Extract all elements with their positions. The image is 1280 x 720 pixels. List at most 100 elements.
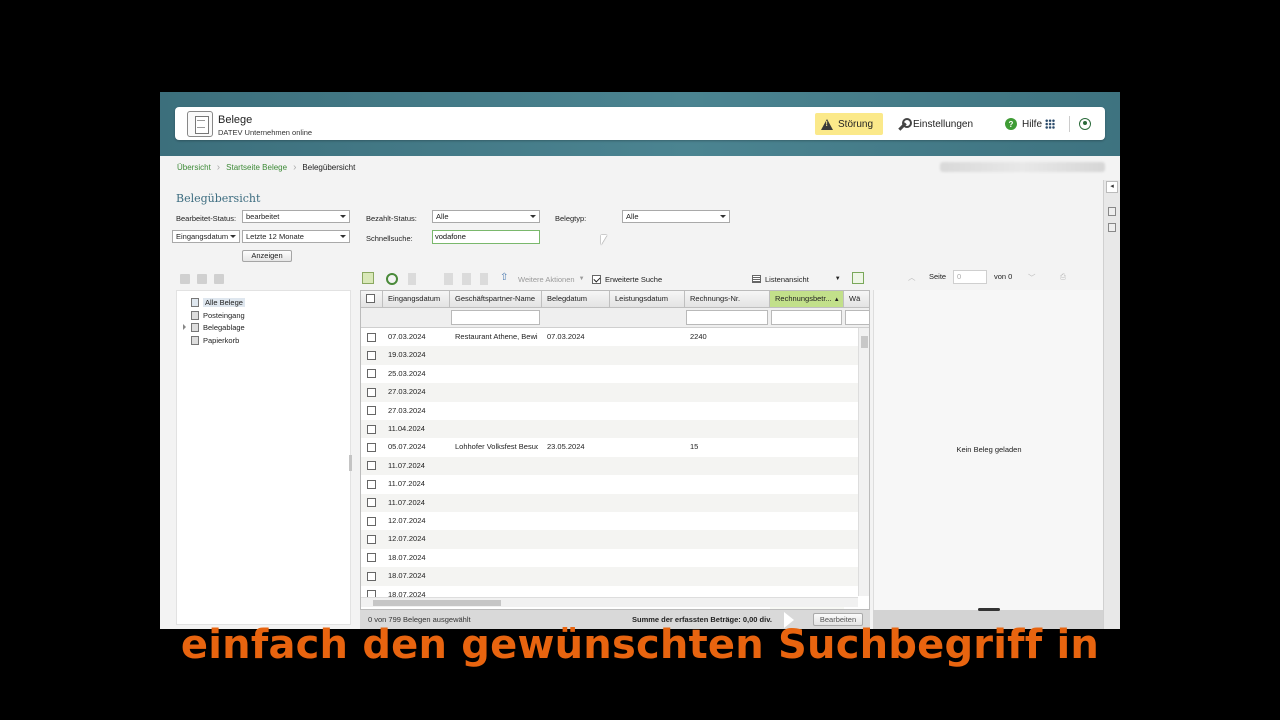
table-row[interactable]: 07.03.2024 Restaurant Athene, Bewi 07.03.2… <box>361 328 858 347</box>
checkbox-icon[interactable] <box>592 274 601 284</box>
row-checkbox[interactable] <box>367 498 376 508</box>
table-row[interactable]: 12.07.2024 <box>361 512 858 531</box>
new-folder-icon[interactable] <box>180 274 190 284</box>
ansicht-label: Listenansicht <box>765 274 809 284</box>
row-checkbox[interactable] <box>367 369 376 379</box>
col-rechnungsbetrag[interactable]: Rechnungsbetr... ▲ <box>770 291 844 308</box>
rename-folder-icon[interactable] <box>197 274 207 284</box>
apps-grid-icon[interactable] <box>1045 119 1055 129</box>
table-row[interactable]: 05.07.2024 Lohhofer Volksfest Besuc 23.05.… <box>361 438 858 457</box>
split-icon[interactable] <box>444 273 453 285</box>
table-row[interactable]: 18.07.2024 <box>361 567 858 586</box>
col-rechnungsbetrag-label: Rechnungsbetr... <box>775 294 832 303</box>
col-eingangsdatum[interactable]: Eingangsdatum <box>383 291 450 308</box>
table-row[interactable]: 25.03.2024 <box>361 364 858 384</box>
horizontal-scrollbar[interactable] <box>361 597 858 607</box>
row-checkbox[interactable] <box>367 479 376 489</box>
col-geschaeftspartner[interactable]: Geschäftspartner-Name <box>450 291 542 308</box>
vertical-scrollbar[interactable] <box>858 328 869 596</box>
filter-nr-input[interactable] <box>686 310 768 325</box>
select-all-header[interactable] <box>361 291 383 308</box>
belegtyp-select[interactable]: Alle <box>622 210 730 223</box>
col-leistungsdatum[interactable]: Leistungsdatum <box>610 291 685 308</box>
delete-icon[interactable] <box>480 273 488 285</box>
attach-icon[interactable] <box>408 273 416 285</box>
row-checkbox[interactable] <box>367 534 376 544</box>
row-checkbox[interactable] <box>367 442 376 452</box>
datum-range-select[interactable]: Letzte 12 Monate <box>242 230 350 243</box>
attachment-icon[interactable] <box>1108 223 1116 232</box>
row-checkbox[interactable] <box>367 424 376 434</box>
row-checkbox[interactable] <box>367 571 376 581</box>
upload-icon[interactable]: ⇧ <box>500 273 512 285</box>
tree-item-posteingang[interactable]: Posteingang <box>191 310 245 321</box>
refresh-icon[interactable] <box>386 273 398 285</box>
breadcrumb-startseite-belege[interactable]: Startseite Belege <box>226 163 287 172</box>
scroll-thumb[interactable] <box>861 336 868 348</box>
table-row[interactable]: 27.03.2024 <box>361 383 858 402</box>
table-row[interactable]: 27.03.2024 <box>361 401 858 420</box>
filter-partner-input[interactable] <box>451 310 540 325</box>
bezahlt-status-select[interactable]: Alle <box>432 210 540 223</box>
expand-arrow-icon[interactable] <box>183 324 186 330</box>
table-row[interactable]: 11.07.2024 <box>361 456 858 476</box>
page-input[interactable]: 0 <box>953 270 987 284</box>
row-checkbox[interactable] <box>367 461 376 471</box>
tree-item-belegablage[interactable]: Belegablage <box>191 322 245 333</box>
weitere-aktionen-menu[interactable]: Weitere Aktionen ▼ <box>518 272 585 286</box>
export-icon[interactable]: ⎙ <box>1060 272 1066 282</box>
table-row[interactable]: 12.07.2024 <box>361 530 858 549</box>
hilfe-button[interactable]: ? Hilfe <box>999 113 1048 135</box>
drag-handle[interactable] <box>978 608 1000 611</box>
collapse-left-icon[interactable]: ◂ <box>1106 181 1118 193</box>
filter-row <box>361 308 869 328</box>
anzeigen-button[interactable]: Anzeigen <box>242 250 292 262</box>
col-rechnungs-nr[interactable]: Rechnungs-Nr. <box>685 291 770 308</box>
table-row[interactable]: 18.07.2024 <box>361 548 858 568</box>
table-row[interactable]: 11.04.2024 <box>361 420 858 439</box>
cell-nr: 15 <box>690 442 699 452</box>
page-count: von 0 <box>994 272 1013 281</box>
warning-icon <box>821 118 833 130</box>
table-row[interactable]: 19.03.2024 <box>361 346 858 365</box>
stoerung-button[interactable]: Störung <box>815 113 883 135</box>
row-checkbox[interactable] <box>367 350 376 360</box>
datum-field-select[interactable]: Eingangsdatum <box>172 230 240 243</box>
cell-eingang: 11.07.2024 <box>388 497 425 507</box>
tree-item-label: Posteingang <box>203 310 245 320</box>
table-row[interactable]: 11.07.2024 <box>361 493 858 512</box>
col-waehrung[interactable]: Wä <box>844 291 869 308</box>
tree-item-papierkorb[interactable]: Papierkorb <box>191 335 239 346</box>
einstellungen-button[interactable]: Einstellungen <box>891 113 979 135</box>
filter-waehrung-input[interactable] <box>845 310 869 325</box>
cell-eingang: 07.03.2024 <box>388 332 426 341</box>
schnellsuche-input[interactable]: vodafone <box>432 230 540 244</box>
erweiterte-suche-toggle[interactable]: Erweiterte Suche <box>592 272 662 286</box>
row-checkbox[interactable] <box>367 553 376 563</box>
col-belegdatum[interactable]: Belegdatum <box>542 291 610 308</box>
row-checkbox[interactable] <box>367 332 376 342</box>
ansicht-select[interactable]: Listenansicht ▼ <box>752 272 841 286</box>
filter-tree-icon[interactable] <box>362 272 374 284</box>
row-checkbox[interactable] <box>367 406 376 416</box>
row-checkbox[interactable] <box>367 516 376 526</box>
panel-splitter[interactable] <box>349 455 352 471</box>
bearbeitet-status-select[interactable]: bearbeitet <box>242 210 350 223</box>
cell-partner: Restaurant Athene, Bewi <box>455 332 538 341</box>
breadcrumb-uebersicht[interactable]: Übersicht <box>177 163 211 172</box>
table-row[interactable]: 11.07.2024 <box>361 475 858 494</box>
scroll-thumb[interactable] <box>373 600 501 606</box>
row-checkbox[interactable] <box>367 387 376 397</box>
delete-folder-icon[interactable] <box>214 274 224 284</box>
select-all-checkbox[interactable] <box>366 294 375 303</box>
page-down-icon[interactable]: ﹀ <box>1028 272 1036 283</box>
document-icon[interactable] <box>1108 207 1116 216</box>
merge-icon[interactable] <box>462 273 471 285</box>
cell-eingang: 11.04.2024 <box>388 424 425 433</box>
filter-betrag-input[interactable] <box>771 310 842 325</box>
pdf-icon[interactable] <box>852 272 864 284</box>
page-up-icon[interactable]: ︿ <box>908 272 916 283</box>
user-icon[interactable] <box>1079 118 1091 130</box>
tree-item-alle-belege[interactable]: Alle Belege <box>191 297 245 308</box>
cell-belegdatum: 07.03.2024 <box>547 332 585 341</box>
